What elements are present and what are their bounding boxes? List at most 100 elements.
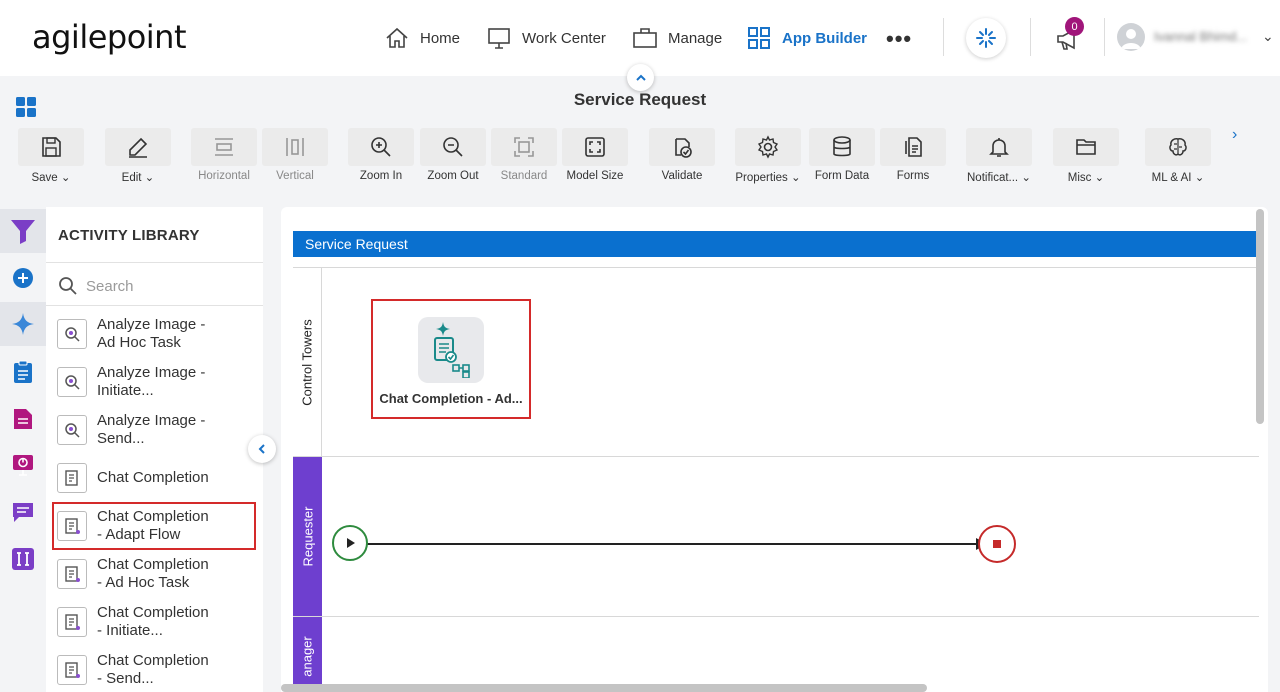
clipboard-icon xyxy=(14,360,32,383)
list-item-chat-completion-adapt-flow[interactable]: Chat Completion - Adapt Flow xyxy=(52,502,256,550)
analyze-image-icon xyxy=(57,415,87,445)
model-size-button[interactable]: Model Size xyxy=(562,128,628,186)
lane-label[interactable]: anager xyxy=(293,617,322,692)
misc-button[interactable]: Misc ⌄ xyxy=(1053,128,1119,186)
rail-item-activities[interactable] xyxy=(0,209,46,253)
save-label: Save xyxy=(31,172,58,184)
rail-item-comments[interactable] xyxy=(0,490,46,534)
ml-ai-label: ML & AI xyxy=(1151,172,1192,184)
forms-button[interactable]: Forms xyxy=(880,128,946,186)
list-item-chat-completion-ad-hoc[interactable]: Chat Completion - Ad Hoc Task xyxy=(54,552,254,596)
swimlane-requester[interactable]: Requester xyxy=(293,456,1259,616)
zoom-out-button[interactable]: Zoom Out xyxy=(420,128,486,186)
activity-label: Chat Completion - Ad... xyxy=(379,391,523,406)
edit-button[interactable]: Edit ⌄ xyxy=(105,128,171,186)
divider xyxy=(46,262,263,263)
play-icon xyxy=(347,538,355,548)
forms-label: Forms xyxy=(896,170,930,182)
rail-item-documents[interactable] xyxy=(0,397,46,441)
end-event[interactable] xyxy=(978,525,1016,563)
presentation-chart-icon xyxy=(13,455,33,476)
list-item-analyze-image-send[interactable]: Analyze Image - Send... xyxy=(54,408,254,452)
save-button[interactable]: Save ⌄ xyxy=(18,128,84,186)
swimlane-manager[interactable]: anager xyxy=(293,616,1259,692)
list-item-chat-completion[interactable]: Chat Completion xyxy=(54,456,254,500)
nav-work-center[interactable]: Work Center xyxy=(486,22,606,54)
user-name[interactable]: Ivannal Bhimd... xyxy=(1154,29,1247,44)
list-item-chat-completion-send[interactable]: Chat Completion - Send... xyxy=(54,648,254,692)
list-item-line1: Analyze Image - xyxy=(97,412,206,429)
more-menu-icon[interactable]: ••• xyxy=(886,26,912,52)
horizontal-button[interactable]: Horizontal xyxy=(191,128,257,186)
sequence-flow[interactable] xyxy=(366,543,978,545)
stop-icon xyxy=(993,540,1001,548)
nav-app-builder[interactable]: App Builder xyxy=(746,22,867,54)
lane-label[interactable]: Control Towers xyxy=(293,268,322,456)
list-item-line2: - Ad Hoc Task xyxy=(97,574,190,591)
page-title: Service Request xyxy=(573,90,707,109)
standard-button[interactable]: Standard xyxy=(491,128,557,186)
list-item-line1: Analyze Image - xyxy=(97,316,206,333)
chat-completion-activity[interactable]: Chat Completion - Ad... xyxy=(371,299,531,419)
form-data-button[interactable]: Form Data xyxy=(809,128,875,186)
search-input[interactable] xyxy=(86,273,256,299)
horizontal-layout-icon xyxy=(215,138,233,156)
search-icon xyxy=(59,277,77,295)
rail-item-add[interactable] xyxy=(0,256,46,300)
nav-home-label: Home xyxy=(420,29,461,47)
list-item-analyze-image-ad-hoc[interactable]: Analyze Image - Ad Hoc Task xyxy=(54,312,254,356)
notifications-button[interactable]: Notificat... ⌄ xyxy=(966,128,1032,186)
process-canvas[interactable]: Service Request Control Towers Requester… xyxy=(281,207,1268,692)
document-icon xyxy=(14,409,32,429)
chevron-down-icon[interactable]: ⌄ xyxy=(1262,28,1274,45)
chevron-right-icon[interactable]: › xyxy=(1232,126,1237,144)
nav-manage[interactable]: Manage xyxy=(632,22,722,54)
funnel-icon xyxy=(11,220,35,244)
zoom-in-button[interactable]: Zoom In xyxy=(348,128,414,186)
vertical-scrollbar[interactable] xyxy=(1256,209,1264,424)
start-event[interactable] xyxy=(332,525,368,561)
vertical-label: Vertical xyxy=(276,170,314,182)
chevron-up-icon xyxy=(635,74,646,81)
rail-item-ai[interactable] xyxy=(0,302,46,346)
chat-completion-icon xyxy=(57,559,87,589)
properties-button[interactable]: Properties ⌄ xyxy=(735,128,801,186)
toolbar-ribbon: Save ⌄ Edit ⌄ Horizontal Vertical Zoom I… xyxy=(0,124,1280,188)
brain-icon xyxy=(1169,138,1187,156)
collapse-header-button[interactable] xyxy=(627,64,654,91)
analyze-image-icon xyxy=(57,319,87,349)
database-icon xyxy=(833,136,851,157)
validate-button[interactable]: Validate xyxy=(649,128,715,186)
avatar[interactable] xyxy=(1117,23,1145,51)
chevron-left-icon xyxy=(258,444,265,454)
ai-assistant-button[interactable] xyxy=(966,18,1006,58)
list-item-line2: Initiate... xyxy=(97,382,154,399)
nav-home[interactable]: Home xyxy=(384,22,460,54)
notifications-label: Notificat... xyxy=(967,172,1019,184)
briefcase-icon xyxy=(633,28,657,48)
library-title: ACTIVITY LIBRARY xyxy=(58,227,200,244)
zoom-out-icon xyxy=(443,137,463,157)
nav-manage-label: Manage xyxy=(668,29,723,47)
forms-icon xyxy=(905,137,922,157)
bell-icon xyxy=(989,138,1009,157)
list-item-chat-completion-initiate[interactable]: Chat Completion - Initiate... xyxy=(54,600,254,644)
lane-label[interactable]: Requester xyxy=(293,457,322,616)
list-item-analyze-image-initiate[interactable]: Analyze Image - Initiate... xyxy=(54,360,254,404)
divider xyxy=(46,305,263,306)
rail-item-integrations[interactable] xyxy=(0,537,46,581)
vertical-button[interactable]: Vertical xyxy=(262,128,328,186)
pool-header[interactable]: Service Request xyxy=(293,231,1259,257)
horizontal-scrollbar[interactable] xyxy=(281,684,927,692)
chat-completion-icon xyxy=(57,463,87,493)
ml-ai-button[interactable]: ML & AI ⌄ xyxy=(1145,128,1211,186)
left-icon-rail xyxy=(0,207,46,692)
list-item-line1: Chat Completion xyxy=(97,652,209,669)
chat-completion-icon xyxy=(57,655,87,685)
rail-item-analytics[interactable] xyxy=(0,443,46,487)
monitor-icon xyxy=(488,28,510,49)
collapse-library-button[interactable] xyxy=(248,435,276,463)
agilepoint-logo[interactable]: agilepoint xyxy=(32,18,187,56)
rail-item-tasks[interactable] xyxy=(0,350,46,394)
list-item-line1: Chat Completion xyxy=(97,508,209,525)
